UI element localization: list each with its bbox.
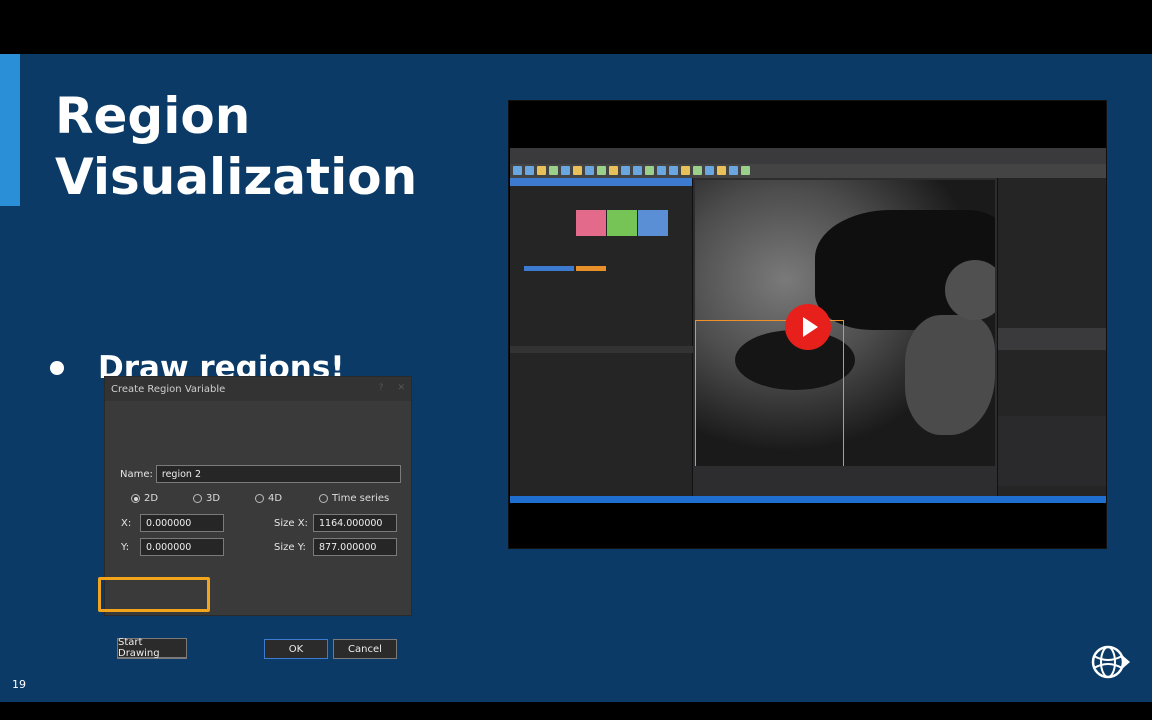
page-number: 19: [12, 678, 26, 691]
size-y-row: Size Y: 877.000000: [274, 538, 397, 556]
app-menubar: [510, 148, 1106, 164]
letterbox-top: [0, 0, 1152, 54]
layer-g-column: [607, 210, 637, 236]
layer-r-column: [576, 210, 606, 236]
name-input[interactable]: region 2: [155, 465, 401, 483]
size-x-row: Size X: 1164.000000: [274, 514, 397, 532]
satellite-map: [695, 180, 995, 466]
radio-3d[interactable]: 3D: [193, 493, 255, 504]
y-label: Y:: [121, 541, 130, 553]
radio-2d-label: 2D: [144, 493, 159, 504]
size-x-input[interactable]: 1164.000000: [313, 514, 397, 532]
y-row: Y: 0.000000: [121, 538, 224, 556]
x-row: X: 0.000000: [121, 514, 224, 532]
map-land: [905, 315, 995, 435]
dialog-window-controls: ? ✕: [379, 383, 405, 393]
app-toolbar: [510, 164, 1106, 178]
app-right-panels: [997, 178, 1106, 496]
panel-header: [510, 178, 692, 186]
slide-title: Region Visualization: [55, 86, 417, 208]
play-icon[interactable]: [785, 304, 831, 350]
start-drawing-button[interactable]: Start Drawing: [117, 637, 187, 659]
radio-3d-label: 3D: [206, 493, 221, 504]
radio-time-series[interactable]: Time series: [319, 493, 389, 504]
close-icon[interactable]: ✕: [397, 383, 405, 393]
help-icon[interactable]: ?: [379, 383, 384, 393]
bullet-dot: [50, 361, 64, 375]
name-row: Name: region 2: [120, 465, 401, 483]
radio-time-series-label: Time series: [332, 493, 390, 504]
panel-tabs: [510, 346, 693, 353]
radio-4d-label: 4D: [268, 493, 283, 504]
region-row: [524, 266, 574, 271]
x-input[interactable]: 0.000000: [140, 514, 224, 532]
dialog-titlebar: Create Region Variable ? ✕: [105, 377, 411, 401]
title-line-1: Region: [55, 87, 251, 145]
name-label: Name:: [120, 468, 153, 480]
size-y-input[interactable]: 877.000000: [313, 538, 397, 556]
title-line-2: Visualization: [55, 148, 418, 206]
start-drawing-highlight: [98, 577, 210, 612]
app-view-settings-panel: [510, 178, 693, 496]
video-embed[interactable]: [508, 100, 1107, 549]
region-outline: [576, 266, 606, 271]
letterbox-bottom: [0, 702, 1152, 720]
feature-view-panel: [998, 416, 1106, 486]
object-info-panel: [998, 328, 1106, 350]
layer-b-column: [638, 210, 668, 236]
radio-2d[interactable]: 2D: [131, 493, 193, 504]
cancel-button[interactable]: Cancel: [333, 639, 397, 659]
dimension-options: 2D 3D 4D Time series: [131, 493, 389, 504]
radio-4d-circle: [255, 494, 264, 503]
ok-button[interactable]: OK: [264, 639, 328, 659]
y-input[interactable]: 0.000000: [140, 538, 224, 556]
radio-2d-circle: [131, 494, 140, 503]
globe-logo-icon: [1091, 645, 1130, 679]
x-label: X:: [121, 517, 132, 529]
size-x-label: Size X:: [274, 517, 308, 529]
radio-3d-circle: [193, 494, 202, 503]
size-y-label: Size Y:: [274, 541, 306, 553]
accent-bar: [0, 54, 20, 206]
dialog-title: Create Region Variable: [111, 383, 226, 395]
app-statusbar: [510, 496, 1106, 503]
radio-time-series-circle: [319, 494, 328, 503]
radio-4d[interactable]: 4D: [255, 493, 319, 504]
